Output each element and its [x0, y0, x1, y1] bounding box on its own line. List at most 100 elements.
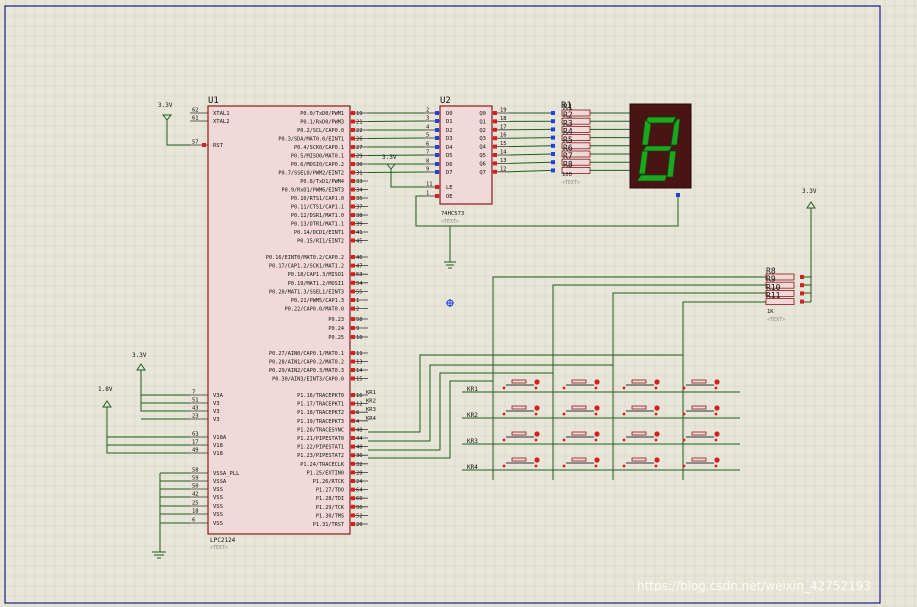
u1-pin-right-56[interactable]: 56 P1.29/TCK: [316, 504, 368, 511]
u1-pin-num: 43: [192, 406, 199, 412]
u1-pin-right-12[interactable]: 12 P1.17/TRACEPKT1: [297, 401, 368, 408]
u1-pin-right-13[interactable]: 13 P0.28/AIN1/CAP0.2/MAT0.2: [269, 359, 368, 366]
u1-pin-right-15[interactable]: 15 P0.30/AIN3/EINT3/CAP0.0: [272, 376, 368, 383]
u1-pin-num: 22: [356, 128, 363, 134]
u1-pin-right-48[interactable]: 48 P1.20/TRACESYNC: [297, 427, 368, 433]
u1-pin-right-21[interactable]: 21 P0.1/RxD0/PWM3: [300, 119, 368, 126]
u2-pin-name: D3: [446, 136, 453, 142]
keypad-button-r3c2[interactable]: [562, 431, 600, 442]
u1-pin-right-28[interactable]: 28 P1.25/EXTIN0: [307, 470, 368, 476]
u1-pin-name: P0.13/DTR1/MAT1.1: [291, 222, 344, 228]
ground-symbol-u1: [152, 551, 166, 559]
keypad-button-r3c3[interactable]: [622, 431, 660, 442]
keypad-button-r1c3[interactable]: [622, 379, 660, 390]
u1-pin-right-44[interactable]: 44 P1.21/PIPESTAT0: [297, 436, 368, 442]
u1-pin-right-2[interactable]: 2 P0.22/CAP0.0/MAT0.0: [285, 306, 368, 313]
u1-chip[interactable]: U1 LPC2124 <TEXT> 62XTAL161XTAL257RST7V3…: [190, 96, 377, 551]
keypad-button-r2c4[interactable]: [682, 405, 720, 416]
u1-pin-name: P0.25: [328, 335, 344, 341]
u1-pin-right-47[interactable]: 47 P0.17/CAP1.2/SCK1/MAT1.2: [269, 263, 368, 270]
u1-pin-num: 52: [356, 513, 363, 519]
u1-pin-name: V3: [213, 417, 220, 423]
u1-pin-name: P0.24: [328, 326, 344, 332]
u1-pin-right-33[interactable]: 33 P0.8/TxD1/PWM4: [300, 179, 368, 185]
u1-pin-right-34[interactable]: 34 P0.9/RxD1/PWM6/EINT3: [282, 187, 368, 194]
u1-pin-right-37[interactable]: 37 P0.11/CTS1/CAP1.1: [291, 204, 368, 211]
u1-pin-right-8[interactable]: 8 P1.18/TRACEPKT2: [297, 410, 368, 416]
u1-pin-name: P1.23/PIPESTAT2: [297, 453, 344, 459]
power-terminal-pullups: 3.3V: [802, 188, 817, 209]
u1-pin-right-41[interactable]: 41 P0.14/DCD1/EINT1: [294, 230, 368, 236]
u1-pin-name: P1.22/PIPESTAT1: [297, 445, 344, 451]
u1-pin-right-27[interactable]: 27 P0.4/SCK0/CAP0.1: [294, 145, 368, 151]
keypad-button-r2c3[interactable]: [622, 405, 660, 416]
u1-pin-right-53[interactable]: 53 P0.18/CAP1.3/MISO1: [288, 272, 368, 278]
u1-pin-name: P0.1/RxD0/PWM3: [300, 120, 344, 126]
u1-pin-right-14[interactable]: 14 P0.29/AIN2/CAP0.3/MAT0.3: [269, 368, 368, 374]
u2-pin-name: D0: [446, 111, 453, 117]
u1-pin-right-4[interactable]: 4 P1.19/TRACEPKT3: [297, 418, 368, 425]
u1-pin-right-29[interactable]: 29 P0.5/MISO0/MAT0.1: [291, 153, 368, 160]
u2-text-tag: <TEXT>: [441, 219, 459, 225]
u1-pin-right-45[interactable]: 45 P0.15/RI1/EINT2: [297, 238, 368, 245]
u1-pin-right-1[interactable]: 1 P0.21/PWM5/CAP1.3: [291, 298, 368, 304]
power-terminal-le: 3.3V: [382, 154, 397, 170]
segment-g: [642, 145, 673, 152]
u1-pin-name: P1.29/TCK: [316, 505, 345, 511]
segment-a: [644, 116, 677, 124]
u1-pin-right-64[interactable]: 64 P1.27/TDO: [316, 487, 368, 494]
u1-pin-right-36[interactable]: 36 P1.23/PIPESTAT2: [297, 453, 368, 459]
u1-pin-right-19[interactable]: 19 P0.0/TxD0/PWM1: [300, 111, 368, 117]
r1-element-label: R8: [563, 160, 573, 169]
u1-pin-right-52[interactable]: 52 P1.30/TMS: [316, 513, 368, 519]
u2-pin-num: 5: [426, 133, 429, 139]
u1-pin-right-35[interactable]: 35 P0.10/RTS1/CAP1.0: [291, 196, 368, 202]
u1-pin-right-55[interactable]: 55 P0.20/MAT1.3/SSEL1/EINT3: [269, 289, 368, 295]
keypad-button-r2c1[interactable]: [502, 405, 540, 416]
u1-pin-right-38[interactable]: 38 P0.12/DSR1/MAT1.0: [291, 213, 368, 219]
u1-pin-name: P0.11/CTS1/CAP1.1: [291, 205, 344, 211]
u1-pin-name: P1.19/TRACEPKT3: [297, 419, 344, 425]
u1-pin-name: P0.15/RI1/EINT2: [297, 239, 344, 245]
u1-pin-right-39[interactable]: 39 P0.13/DTR1/MAT1.1: [291, 221, 368, 228]
u1-pin-name: P1.28/TDI: [316, 496, 344, 502]
u1-pin-name: P0.0/TxD0/PWM1: [300, 111, 344, 117]
u1-pin-right-16[interactable]: 16 P1.16/TRACEPKT0: [297, 393, 368, 399]
u1-pin-right-54[interactable]: 54 P0.19/MAT1.2/MOSI1: [288, 280, 368, 287]
u1-pin-right-24[interactable]: 24 P1.26/RTCK: [313, 479, 368, 485]
u1-pin-right-46[interactable]: 46 P0.16/EINT0/MAT0.2/CAP0.2: [266, 255, 368, 261]
u1-pin-right-22[interactable]: 22 P0.2/SCL/CAP0.0: [297, 128, 368, 134]
keypad-button-r2c2[interactable]: [562, 405, 600, 416]
u1-pin-num: 64: [356, 488, 363, 494]
display-common-pin: [676, 193, 680, 197]
u1-pin-num: 12: [356, 402, 363, 408]
u2-pin-name: Q0: [479, 111, 486, 117]
keypad-button-r3c4[interactable]: [682, 431, 720, 442]
u1-pin-right-40[interactable]: 40 P1.22/PIPESTAT1: [297, 444, 368, 451]
u1-pin-right-32[interactable]: 32 P1.24/TRACECLK: [300, 461, 368, 468]
keypad-button-r3c1[interactable]: [502, 431, 540, 442]
u1-pin-num: 7: [192, 390, 195, 396]
u1-pin-name: V3: [213, 401, 220, 407]
u1-pin-right-26[interactable]: 26 P0.3/SDA/MAT0.0/EINT1: [278, 136, 368, 143]
u1-pin-right-31[interactable]: 31 P0.7/SSEL0/PWM2/EINT2: [278, 170, 368, 177]
u1-kr-pin-label: KR1: [366, 390, 376, 396]
u2-pin-name: Q2: [479, 128, 486, 134]
u1-pin-name: P0.29/AIN2/CAP0.3/MAT0.3: [269, 368, 344, 374]
u1-pin-right-20[interactable]: 20 P1.31/TRST: [313, 522, 368, 528]
u2-pin-num: 11: [426, 182, 433, 188]
u2-pin-name: D4: [446, 145, 453, 151]
u1-pin-right-30[interactable]: 30 P0.6/MOSI0/CAP0.2: [291, 162, 368, 168]
resistor-network-r1[interactable]: R1 R1R2R3R4R5R6R7R8 100 <TEXT>: [551, 101, 591, 186]
keypad-button-r1c2[interactable]: [562, 379, 600, 390]
u1-pin-name: P0.18/CAP1.3/MISO1: [288, 272, 344, 278]
keypad-button-r1c4[interactable]: [682, 379, 720, 390]
u1-pin-num: 6: [192, 518, 195, 524]
keypad-button-r1c1[interactable]: [502, 379, 540, 390]
u1-pin-num: 56: [356, 505, 363, 511]
u1-pin-name: P0.7/SSEL0/PWM2/EINT2: [278, 171, 344, 177]
u1-pin-right-60[interactable]: 60 P1.28/TDI: [316, 496, 368, 502]
u1-pin-name: P0.19/MAT1.2/MOSI1: [288, 281, 344, 287]
u2-chip[interactable]: U2 74HC573 <TEXT> 2D03D14D25D36D47D58D69…: [424, 96, 510, 225]
u1-pin-num: 40: [356, 445, 363, 451]
